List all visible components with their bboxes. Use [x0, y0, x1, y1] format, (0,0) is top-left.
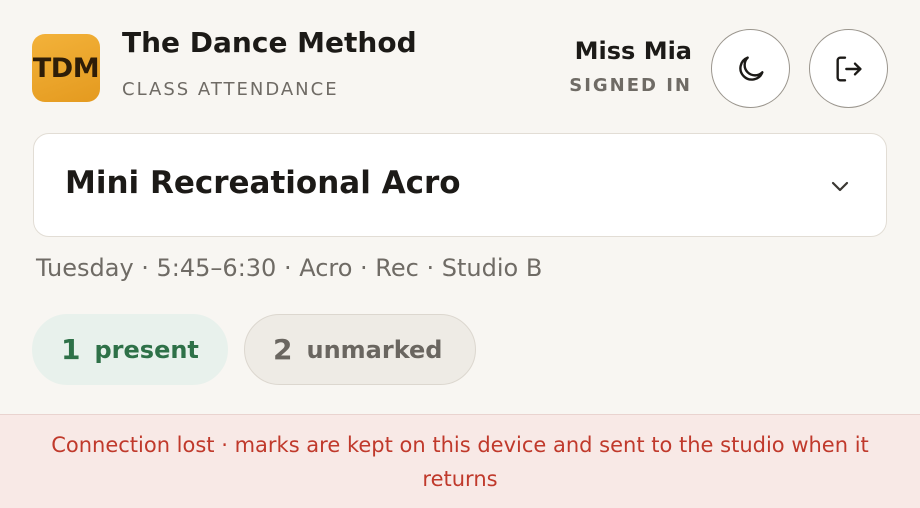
unmarked-count-badge[interactable]: 2 unmarked	[244, 314, 476, 385]
chevron-down-icon	[831, 181, 849, 192]
app-title: The Dance Method	[122, 26, 417, 59]
user-name: Miss Mia	[574, 37, 692, 65]
moon-icon	[738, 55, 764, 81]
sign-out-icon	[835, 55, 862, 82]
app-subtitle: CLASS ATTENDANCE	[122, 79, 339, 100]
connection-lost-banner: Connection lost · marks are kept on this…	[0, 414, 920, 508]
class-select[interactable]: Mini Recreational Acro	[33, 133, 887, 237]
unmarked-label: unmarked	[306, 335, 443, 364]
app-header: TDM The Dance Method CLASS ATTENDANCE Mi…	[0, 0, 920, 130]
class-meta: Tuesday · 5:45–6:30 · Acro · Rec · Studi…	[36, 254, 543, 282]
user-status: SIGNED IN	[569, 75, 692, 96]
app-logo: TDM	[32, 34, 100, 102]
present-label: present	[94, 335, 199, 364]
sign-out-button[interactable]	[809, 29, 888, 108]
banner-message: Connection lost · marks are kept on this…	[51, 432, 869, 491]
present-count: 1	[61, 333, 81, 366]
theme-toggle-button[interactable]	[711, 29, 790, 108]
unmarked-count: 2	[273, 333, 293, 366]
selected-class-name: Mini Recreational Acro	[65, 165, 461, 201]
present-count-badge[interactable]: 1 present	[32, 314, 228, 385]
